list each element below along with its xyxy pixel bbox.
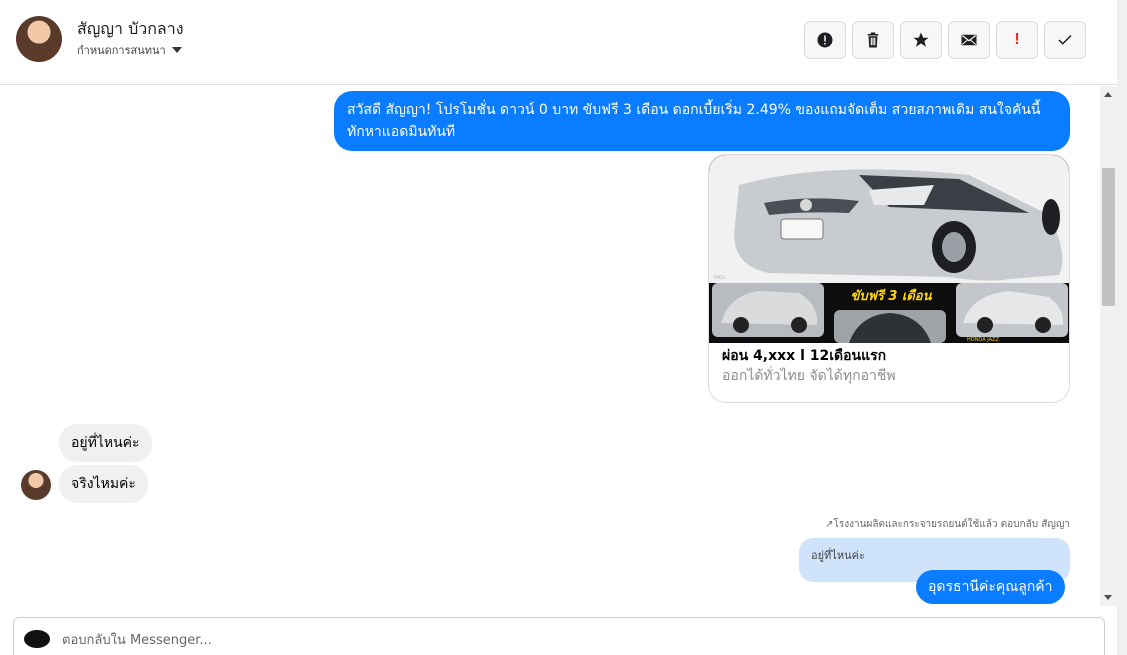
message-text: อุดรธานีค่ะคุณลูกค้า: [928, 579, 1053, 595]
follow-up-button[interactable]: !: [996, 21, 1038, 59]
promo-caption: ขับฟรี 3 เดือน: [850, 288, 932, 304]
card-subtitle: ออกได้ทั่วไทย จัดได้ทุกอาชีพ: [722, 368, 896, 384]
conversation-settings-dropdown[interactable]: กำหนดการสนทนา: [77, 41, 182, 59]
car-promo-image: ขับฟรี 3 เดือน HKN HONDA JAZZ: [709, 155, 1069, 343]
reply-arrow-icon: ↗: [825, 519, 834, 530]
star-icon: [913, 32, 929, 47]
message-bubble-outgoing[interactable]: อุดรธานีค่ะคุณลูกค้า: [916, 570, 1065, 604]
mark-spam-button[interactable]: [804, 21, 846, 59]
message-text: อยู่ที่ไหนค่ะ: [71, 435, 140, 451]
star-button[interactable]: [900, 21, 942, 59]
scroll-up-arrow-icon[interactable]: [1104, 92, 1112, 97]
scrollbar-thumb[interactable]: [1102, 168, 1115, 306]
mark-done-button[interactable]: [1044, 21, 1086, 59]
mark-unread-button[interactable]: [948, 21, 990, 59]
svg-text:HKN: HKN: [714, 275, 725, 281]
car-image-graphic: ขับฟรี 3 เดือน HKN HONDA JAZZ: [709, 155, 1069, 343]
message-bubble-incoming[interactable]: อยู่ที่ไหนค่ะ: [59, 424, 152, 462]
exclamation-icon: !: [1014, 31, 1020, 48]
message-bubble-outgoing[interactable]: สวัสดี สัญญา! โปรโมชั่น ดาวน์ 0 บาท ขับฟ…: [334, 91, 1070, 151]
conversation-header: สัญญา บัวกลาง กำหนดการสนทนา !: [0, 0, 1117, 85]
delete-button[interactable]: [852, 21, 894, 59]
chat-scrollbar[interactable]: [1100, 86, 1117, 606]
caret-down-icon: [171, 47, 182, 53]
check-icon: [1058, 34, 1072, 45]
header-actions: !: [804, 21, 1086, 59]
reply-meta: ↗โรงงานผลิตและกระจายรถยนต์ใช้แล้ว ตอบกลั…: [825, 517, 1070, 532]
message-thread[interactable]: สวัสดี สัญญา! โปรโมชั่น ดาวน์ 0 บาท ขับฟ…: [0, 86, 1100, 606]
message-text: สวัสดี สัญญา! โปรโมชั่น ดาวน์ 0 บาท ขับฟ…: [347, 102, 1041, 140]
sender-avatar[interactable]: [21, 470, 51, 500]
conversation-settings-label: กำหนดการสนทนา: [77, 44, 166, 57]
alert-circle-icon: [817, 32, 833, 48]
reply-input[interactable]: [62, 630, 1062, 650]
svg-text:HONDA JAZZ: HONDA JAZZ: [967, 337, 999, 343]
message-bubble-incoming[interactable]: จริงไหมค่ะ: [59, 465, 148, 503]
promo-card[interactable]: ขับฟรี 3 เดือน HKN HONDA JAZZ ผ่อน 4,xxx…: [708, 154, 1070, 403]
envelope-icon: [961, 34, 977, 46]
quoted-text: อยู่ที่ไหนค่ะ: [811, 549, 865, 562]
trash-icon: [867, 32, 879, 48]
page-logo-icon: [24, 630, 50, 648]
window-edge: [1117, 0, 1127, 655]
reply-composer[interactable]: [13, 617, 1105, 655]
contact-name[interactable]: สัญญา บัวกลาง: [77, 17, 184, 42]
contact-avatar[interactable]: [16, 16, 62, 62]
card-title: ผ่อน 4,xxx l 12เดือนแรก: [722, 348, 887, 364]
messenger-window: สัญญา บัวกลาง กำหนดการสนทนา ! สวัสดี สัญ…: [0, 0, 1127, 655]
reply-meta-text: โรงงานผลิตและกระจายรถยนต์ใช้แล้ว ตอบกลับ…: [833, 519, 1070, 530]
scroll-down-arrow-icon[interactable]: [1104, 595, 1112, 600]
message-text: จริงไหมค่ะ: [71, 476, 136, 492]
